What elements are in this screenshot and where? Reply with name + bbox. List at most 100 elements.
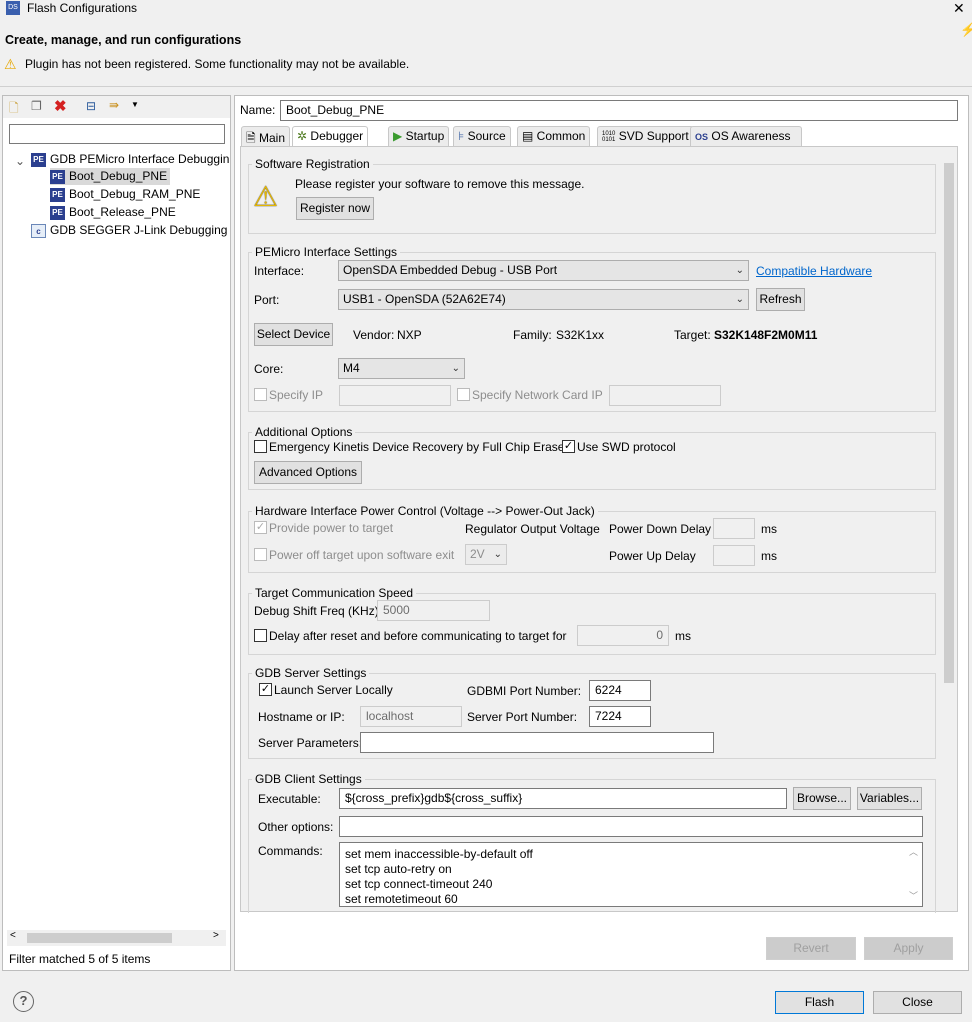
emergency-recovery-label: Emergency Kinetis Device Recovery by Ful… [269, 440, 565, 454]
tab-debugger[interactable]: ✲ Debugger [292, 126, 369, 147]
delete-icon[interactable]: ✖ [54, 97, 67, 115]
other-options-input[interactable] [339, 816, 923, 837]
filter-input[interactable] [9, 124, 225, 144]
flash-button[interactable]: Flash [775, 991, 864, 1014]
tree-item-segger[interactable]: c GDB SEGGER J-Link Debugging [31, 222, 227, 239]
c-launch-icon: c [31, 223, 46, 238]
specify-nic-checkbox[interactable] [457, 388, 470, 401]
tree-item-boot-release[interactable]: PE Boot_Release_PNE [50, 204, 176, 221]
tab-svd-support[interactable]: 1010 0101 SVD Support [597, 126, 694, 146]
revert-button[interactable]: Revert [766, 937, 856, 960]
regulator-voltage-label: Regulator Output Voltage [465, 522, 600, 536]
register-now-button[interactable]: Register now [296, 197, 374, 220]
server-port-input[interactable]: 7224 [589, 706, 651, 727]
chevron-down-icon: ⌄ [493, 549, 502, 560]
chevron-down-icon: ⌄ [451, 363, 460, 374]
delay-input[interactable]: 0 [577, 625, 669, 646]
tree-item-boot-debug-ram[interactable]: PE Boot_Debug_RAM_PNE [50, 186, 200, 203]
gdbmi-port-label: GDBMI Port Number: [467, 684, 582, 698]
browse-button[interactable]: Browse... [793, 787, 851, 810]
tab-startup[interactable]: ▶ Startup [388, 126, 450, 146]
power-off-label: Power off target upon software exit [269, 548, 455, 562]
ms-label: ms [761, 549, 777, 563]
scroll-down-icon[interactable]: ﹀ [909, 889, 918, 904]
command-line: set tcp auto-retry on [345, 862, 452, 876]
specify-ip-checkbox[interactable] [254, 388, 267, 401]
help-button[interactable]: ? [13, 991, 34, 1012]
pemicro-icon: PE [50, 205, 65, 220]
emergency-recovery-checkbox[interactable] [254, 440, 267, 453]
other-options-label: Other options: [258, 820, 334, 834]
core-select[interactable]: M4 ⌄ [338, 358, 465, 379]
apply-button[interactable]: Apply [864, 937, 953, 960]
target-value: S32K148F2M0M11 [714, 328, 818, 342]
dialog-heading: Create, manage, and run configurations [5, 33, 242, 47]
port-label: Port: [254, 293, 280, 307]
power-off-checkbox[interactable] [254, 548, 267, 561]
collapse-all-icon[interactable]: ⊟ [86, 99, 96, 113]
interface-select[interactable]: OpenSDA Embedded Debug - USB Port ⌄ [338, 260, 749, 281]
advanced-options-button[interactable]: Advanced Options [254, 461, 362, 484]
voltage-select[interactable]: 2V ⌄ [465, 544, 507, 565]
debug-shift-freq-label: Debug Shift Freq (KHz) [254, 604, 379, 618]
server-parameters-input[interactable] [360, 732, 714, 753]
power-up-delay-input[interactable] [713, 545, 755, 566]
tab-source[interactable]: ⊧ Source [453, 126, 511, 146]
use-swd-checkbox[interactable]: ✓ [562, 440, 575, 453]
tab-os-awareness[interactable]: OS OS Awareness [690, 126, 802, 146]
server-port-label: Server Port Number: [467, 710, 578, 724]
power-up-delay-label: Power Up Delay [609, 549, 696, 563]
close-button[interactable]: Close [873, 991, 962, 1014]
specify-nic-input[interactable] [609, 385, 721, 406]
tree-label: Boot_Debug_PNE [69, 169, 168, 183]
port-select[interactable]: USB1 - OpenSDA (52A62E74) ⌄ [338, 289, 749, 310]
select-device-button[interactable]: Select Device [254, 323, 333, 346]
executable-input[interactable]: ${cross_prefix}gdb${cross_suffix} [339, 788, 787, 809]
hostname-label: Hostname or IP: [258, 710, 345, 724]
command-line: set tcp connect-timeout 240 [345, 877, 493, 891]
chevron-down-icon: ⌄ [735, 294, 744, 305]
name-input[interactable]: Boot_Debug_PNE [280, 100, 958, 121]
chevron-down-icon: ⌄ [735, 265, 744, 276]
horizontal-scrollbar[interactable]: < > [7, 930, 226, 946]
launch-config-panel: 🗋 ❐ ✖ ⊟ ⇛ ▼ ⌄ PE GDB PEMicro Interface De… [2, 95, 231, 971]
variables-button[interactable]: Variables... [857, 787, 922, 810]
close-window-button[interactable]: ✕ [953, 0, 965, 17]
refresh-button[interactable]: Refresh [756, 288, 805, 311]
tab-common[interactable]: ▤ Common [517, 126, 591, 146]
commands-textarea[interactable]: set mem inaccessible-by-default off set … [339, 842, 923, 907]
window-title: Flash Configurations [27, 1, 138, 15]
name-label: Name: [240, 103, 276, 117]
family-value: S32K1xx [556, 328, 605, 342]
app-icon: DS [6, 1, 20, 15]
provide-power-label: Provide power to target [269, 521, 394, 535]
hostname-input[interactable]: localhost [360, 706, 462, 727]
tree-item-boot-debug[interactable]: PE Boot_Debug_PNE [50, 168, 171, 185]
vertical-scrollbar[interactable] [941, 147, 957, 911]
gdbmi-port-input[interactable]: 6224 [589, 680, 651, 701]
tree-item-pemicro[interactable]: PE GDB PEMicro Interface Debuggin [31, 151, 229, 168]
dropdown-chevron-icon[interactable]: ▼ [131, 100, 139, 109]
divider [0, 86, 972, 87]
core-label: Core: [254, 362, 284, 376]
delay-after-reset-checkbox[interactable] [254, 629, 267, 642]
tree-label: GDB SEGGER J-Link Debugging [50, 223, 228, 237]
debug-shift-freq-input[interactable]: 5000 [377, 600, 490, 621]
warning-message: Plugin has not been registered. Some fun… [25, 57, 410, 71]
server-parameters-label: Server Parameters: [258, 736, 363, 750]
provide-power-checkbox[interactable]: ✓ [254, 521, 267, 534]
new-config-icon[interactable]: 🗋 [9, 99, 19, 120]
command-line: set mem inaccessible-by-default off [345, 847, 533, 861]
tab-main[interactable]: 🗎 Main [241, 126, 290, 146]
filter-icon[interactable]: ⇛ [109, 98, 119, 112]
vendor-label: Vendor: [353, 328, 395, 342]
duplicate-icon[interactable]: ❐ [31, 99, 42, 113]
compatible-hardware-link[interactable]: Compatible Hardware [756, 264, 872, 278]
commands-label: Commands: [258, 844, 323, 858]
scroll-up-icon[interactable]: ︿ [909, 845, 918, 860]
tree-label: Boot_Debug_RAM_PNE [69, 187, 201, 201]
tree-chevron-icon[interactable]: ⌄ [15, 153, 25, 170]
specify-ip-input[interactable] [339, 385, 451, 406]
power-down-delay-input[interactable] [713, 518, 755, 539]
launch-server-checkbox[interactable]: ✓ [259, 683, 272, 696]
